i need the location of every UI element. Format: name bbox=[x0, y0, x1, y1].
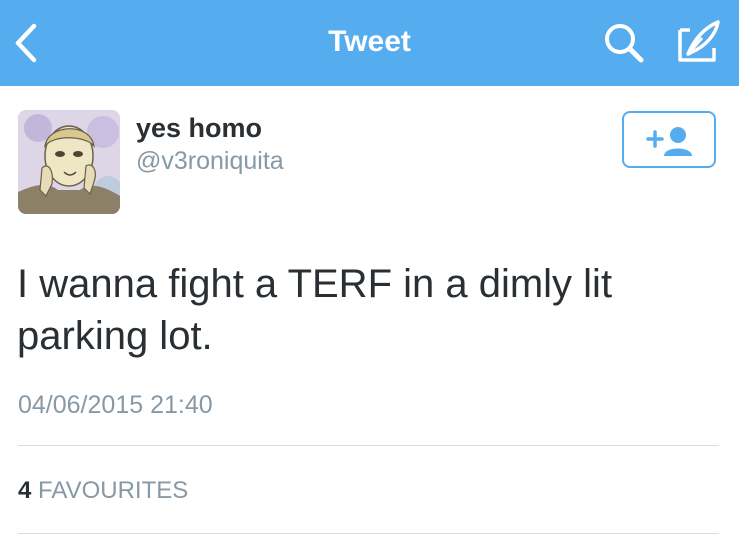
tweet-text: I wanna fight a TERF in a dimly lit park… bbox=[17, 262, 613, 358]
author-handle[interactable]: @v3roniquita bbox=[136, 146, 284, 176]
favourites-count: 4 bbox=[18, 477, 32, 504]
divider bbox=[18, 445, 719, 446]
favourites-stat[interactable]: 4 FAVOURITES bbox=[18, 476, 188, 506]
navigation-bar: Tweet bbox=[0, 0, 739, 86]
compose-button[interactable] bbox=[666, 18, 726, 68]
avatar-drawing bbox=[18, 110, 120, 214]
search-icon bbox=[605, 24, 644, 63]
add-user-icon bbox=[646, 127, 692, 156]
avatar[interactable] bbox=[18, 110, 120, 214]
tweet-timestamp: 04/06/2015 21:40 bbox=[18, 391, 213, 419]
compose-icon bbox=[678, 20, 720, 62]
search-button[interactable] bbox=[600, 20, 648, 68]
author-display-name[interactable]: yes homo bbox=[136, 111, 262, 145]
follow-button[interactable] bbox=[622, 111, 716, 168]
favourites-label: FAVOURITES bbox=[38, 477, 189, 504]
divider bbox=[18, 533, 719, 534]
